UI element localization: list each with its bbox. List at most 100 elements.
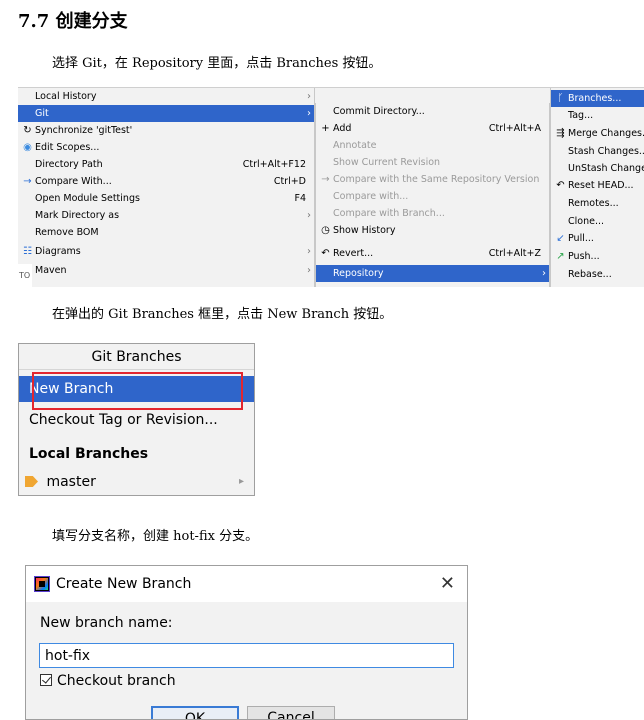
menu-item-remove-bom[interactable]: Remove BOM: [18, 224, 314, 241]
history-icon: ◷: [321, 225, 330, 236]
create-branch-dialog: Create New Branch ✕ New branch name: Che…: [25, 565, 468, 720]
popup-title: Git Branches: [19, 344, 254, 370]
checkout-branch-checkbox[interactable]: Checkout branch: [40, 673, 176, 689]
menu-shortcut: F4: [294, 193, 306, 204]
menu-item-show-history[interactable]: ◷ Show History: [316, 222, 549, 239]
menu-item-label: Pull...: [568, 233, 594, 244]
menu-shortcut: Ctrl+D: [273, 176, 306, 187]
menu-item-label: Mark Directory as: [35, 210, 120, 221]
menu-item-clone[interactable]: Clone...: [551, 213, 644, 230]
menu-item-rebase[interactable]: Rebase...: [551, 266, 644, 283]
menu-item-compare-same-repo[interactable]: → Compare with the Same Repository Versi…: [316, 171, 549, 188]
menu-item-label: Remove BOM: [35, 227, 99, 238]
submenu-arrow-icon: ›: [307, 265, 311, 276]
branch-name-label: New branch name:: [40, 615, 173, 631]
submenu-arrow-icon: ›: [542, 268, 546, 279]
checkout-tag-item[interactable]: Checkout Tag or Revision...: [19, 407, 254, 433]
menu-item-label: Compare with the Same Repository Version: [333, 174, 540, 185]
checkout-tag-label: Checkout Tag or Revision...: [29, 412, 218, 428]
chevron-right-icon: ▸: [238, 476, 244, 487]
menu-item-annotate[interactable]: Annotate: [316, 137, 549, 154]
submenu-arrow-icon: ›: [307, 246, 311, 257]
menu-item-label: Show Current Revision: [333, 157, 441, 168]
menu-item-show-current-revision[interactable]: Show Current Revision: [316, 154, 549, 171]
menu-item-local-history[interactable]: Local History ›: [18, 88, 314, 105]
menu-item-add[interactable]: + Add Ctrl+Alt+A: [316, 120, 549, 137]
menu-item-maven[interactable]: m Maven ›: [18, 262, 314, 279]
new-branch-item[interactable]: New Branch: [19, 376, 254, 402]
menu-item-tag[interactable]: Tag...: [551, 107, 644, 124]
menu-item-merge-changes[interactable]: ⇶ Merge Changes...: [551, 125, 644, 142]
repository-submenu: ᚴ Branches... Tag... ⇶ Merge Changes... …: [550, 88, 644, 287]
menu-item-remotes[interactable]: Remotes...: [551, 195, 644, 212]
local-branches-header: Local Branches: [29, 446, 149, 462]
branch-item-master[interactable]: master ▸: [19, 469, 254, 495]
menu-item-compare-with[interactable]: → Compare With... Ctrl+D: [18, 173, 314, 190]
menu-item-pull[interactable]: ↙ Pull...: [551, 230, 644, 247]
menu-item-label: Local History: [35, 91, 97, 102]
menu-item-reset-head[interactable]: ↶ Reset HEAD...: [551, 177, 644, 194]
checkbox-checked-icon: [40, 674, 52, 686]
menu-item-edit-scopes[interactable]: ◉ Edit Scopes...: [18, 139, 314, 156]
branch-tag-icon: [25, 476, 38, 487]
project-context-menu: Local History › Git › ↻ Synchronize 'git…: [18, 88, 315, 287]
checkbox-label: Checkout branch: [57, 673, 176, 689]
menu-item-directory-path[interactable]: Directory Path Ctrl+Alt+F12: [18, 156, 314, 173]
context-menu-screenshot: Local History › Git › ↻ Synchronize 'git…: [18, 87, 644, 287]
submenu-arrow-icon: ›: [307, 91, 311, 102]
submenu-arrow-icon: ›: [307, 210, 311, 221]
menu-item-label: Reset HEAD...: [568, 180, 634, 191]
menu-item-label: Diagrams: [35, 246, 81, 257]
cancel-button[interactable]: Cancel: [247, 706, 335, 719]
menu-item-branches[interactable]: ᚴ Branches...: [551, 90, 644, 107]
close-icon[interactable]: ✕: [440, 566, 455, 602]
push-icon: ↗: [556, 251, 565, 262]
menu-item-open-module-settings[interactable]: Open Module Settings F4: [18, 190, 314, 207]
editor-gutter-text: TO: [18, 264, 32, 287]
instruction-1: 选择 Git，在 Repository 里面，点击 Branches 按钮。: [52, 56, 382, 71]
menu-item-label: Repository: [333, 268, 384, 279]
menu-item-compare-with-branch[interactable]: Compare with Branch...: [316, 205, 549, 222]
pull-icon: ↙: [556, 233, 565, 244]
merge-icon: ⇶: [556, 128, 565, 139]
menu-item-commit-directory[interactable]: Commit Directory...: [316, 103, 549, 120]
compare-icon: →: [321, 174, 330, 185]
menu-item-mark-directory[interactable]: Mark Directory as ›: [18, 207, 314, 224]
compare-icon: →: [23, 176, 32, 187]
menu-shortcut: Ctrl+Alt+A: [488, 123, 541, 134]
reset-icon: ↶: [556, 180, 565, 191]
dialog-title: Create New Branch: [56, 576, 192, 592]
menu-item-label: Remotes...: [568, 198, 619, 209]
menu-item-label: UnStash Changes...: [568, 163, 644, 174]
menu-item-git[interactable]: Git ›: [18, 105, 314, 122]
menu-item-label: Tag...: [568, 110, 594, 121]
git-submenu: Commit Directory... + Add Ctrl+Alt+A Ann…: [315, 103, 550, 287]
diagram-icon: ☷: [23, 246, 32, 257]
menu-item-label: Annotate: [333, 140, 377, 151]
menu-item-compare-with[interactable]: Compare with...: [316, 188, 549, 205]
dialog-titlebar: Create New Branch ✕: [26, 566, 467, 602]
menu-item-label: Push...: [568, 251, 600, 262]
branch-label: master: [46, 474, 96, 490]
ok-button[interactable]: OK: [151, 706, 239, 719]
git-branches-popup: Git Branches New Branch Checkout Tag or …: [18, 343, 255, 496]
section-number: 7.7: [18, 11, 50, 32]
menu-item-revert[interactable]: ↶ Revert... Ctrl+Alt+Z: [316, 245, 549, 262]
menu-item-label: Rebase...: [568, 269, 612, 280]
menu-item-repository[interactable]: Repository ›: [316, 265, 549, 282]
menu-item-label: Directory Path: [35, 159, 103, 170]
menu-shortcut: Ctrl+Alt+F12: [242, 159, 306, 170]
menu-item-label: Stash Changes...: [568, 146, 644, 157]
revert-icon: ↶: [321, 248, 330, 259]
menu-item-label: Synchronize 'gitTest': [35, 125, 133, 136]
branch-name-input[interactable]: [39, 643, 454, 668]
menu-item-push[interactable]: ↗ Push...: [551, 248, 644, 265]
menu-item-unstash-changes[interactable]: UnStash Changes...: [551, 160, 644, 177]
menu-item-stash-changes[interactable]: Stash Changes...: [551, 143, 644, 160]
menu-item-synchronize[interactable]: ↻ Synchronize 'gitTest': [18, 122, 314, 139]
menu-item-diagrams[interactable]: ☷ Diagrams ›: [18, 243, 314, 260]
menu-item-label: Compare With...: [35, 176, 112, 187]
menu-item-label: Clone...: [568, 216, 605, 227]
submenu-arrow-icon: ›: [307, 108, 311, 119]
menu-item-label: Compare with...: [333, 191, 409, 202]
